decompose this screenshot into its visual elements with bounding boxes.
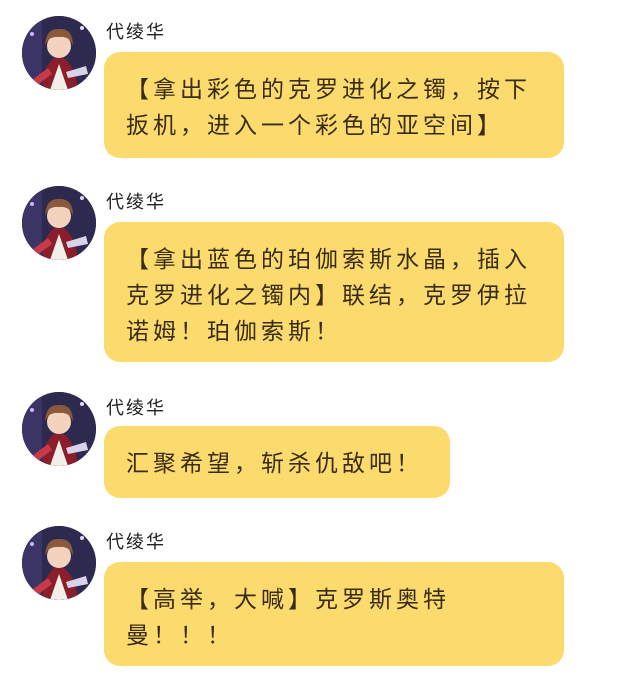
sender-name: 代绫华: [106, 398, 166, 419]
avatar[interactable]: [22, 392, 96, 466]
avatar-icon: [22, 186, 96, 260]
sender-name: 代绫华: [106, 192, 166, 213]
message-bubble[interactable]: 汇聚希望，斩杀仇敌吧！: [104, 426, 450, 498]
message-bubble[interactable]: 【拿出彩色的克罗进化之镯，按下扳机，进入一个彩色的亚空间】: [104, 52, 564, 158]
avatar-icon: [22, 392, 96, 466]
avatar-icon: [22, 16, 96, 90]
sender-name: 代绫华: [106, 22, 166, 43]
avatar-icon: [22, 526, 96, 600]
message-bubble[interactable]: 【高举，大喊】克罗斯奥特曼！！！: [104, 562, 564, 666]
avatar[interactable]: [22, 16, 96, 90]
avatar[interactable]: [22, 526, 96, 600]
message-bubble[interactable]: 【拿出蓝色的珀伽索斯水晶，插入克罗进化之镯内】联结，克罗伊拉诺姆！珀伽索斯！: [104, 222, 564, 362]
sender-name: 代绫华: [106, 532, 166, 553]
avatar[interactable]: [22, 186, 96, 260]
